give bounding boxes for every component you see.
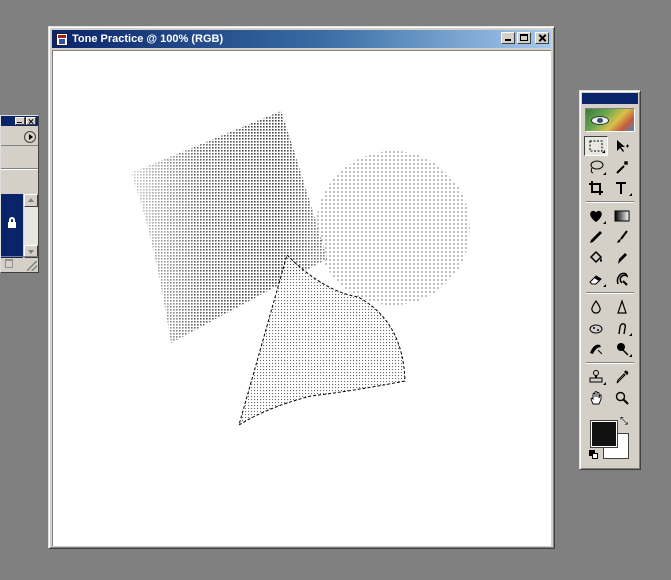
hand-icon — [590, 390, 602, 405]
dodge-tool[interactable] — [610, 339, 634, 359]
default-colors-icon[interactable] — [589, 450, 598, 459]
eyedropper-tool[interactable] — [610, 367, 634, 387]
stamp-icon — [589, 370, 603, 383]
sponge-tool[interactable] — [584, 318, 608, 338]
tool-grid — [584, 136, 638, 409]
blur-tool[interactable] — [584, 297, 608, 317]
crop-icon — [589, 181, 603, 195]
close-button[interactable] — [535, 32, 549, 44]
toolbox-palette: ⤡ — [579, 90, 641, 470]
gradient-tool[interactable] — [610, 206, 634, 226]
photoshop-eye-logo-icon[interactable] — [585, 108, 635, 132]
pen-tool[interactable] — [610, 248, 634, 268]
rubber-stamp-tool[interactable] — [584, 339, 608, 359]
dodge-icon — [617, 343, 629, 356]
resize-grip-icon[interactable] — [27, 261, 37, 271]
photoshop-document-icon[interactable] — [56, 32, 68, 46]
history-brush-tool[interactable] — [610, 269, 634, 289]
dotted-circle-shape — [316, 151, 470, 305]
minimize-button[interactable] — [501, 32, 515, 44]
magic-wand-icon — [616, 161, 628, 174]
palette-footer — [1, 256, 38, 272]
swap-colors-icon[interactable]: ⤡ — [620, 417, 630, 427]
type-icon — [616, 182, 626, 194]
canvas-artwork — [131, 111, 470, 427]
paint-bucket-icon — [589, 250, 603, 264]
document-window: Tone Practice @ 100% (RGB) — [48, 26, 555, 549]
gradient-icon — [614, 210, 630, 222]
foreground-color-swatch[interactable] — [590, 420, 618, 448]
move-tool[interactable] — [610, 136, 634, 156]
paintbrush-icon — [617, 230, 628, 243]
sponge-icon — [589, 324, 603, 334]
layer-list-selected-row[interactable] — [1, 194, 23, 258]
maximize-button[interactable] — [517, 32, 531, 44]
caption-buttons — [499, 32, 549, 44]
toolbox-titlebar[interactable] — [582, 93, 638, 104]
pencil-icon — [590, 231, 602, 243]
palette-scrollbar[interactable] — [24, 194, 38, 258]
clone-stamp-icon — [590, 344, 603, 355]
document-titlebar[interactable]: Tone Practice @ 100% (RGB) — [52, 30, 551, 48]
palette-divider — [1, 168, 38, 170]
zoom-tool[interactable] — [610, 388, 634, 408]
lasso-tool[interactable] — [584, 157, 608, 177]
airbrush-tool[interactable] — [584, 206, 608, 226]
smudge-tool[interactable] — [610, 318, 634, 338]
magnifier-icon — [615, 391, 629, 405]
lasso-icon — [590, 160, 604, 174]
magic-wand-tool[interactable] — [610, 157, 634, 177]
rectangular-marquee-tool[interactable] — [584, 136, 608, 156]
eyedropper-icon — [616, 370, 629, 384]
color-swatches: ⤡ — [589, 417, 633, 463]
document-title: Tone Practice @ 100% (RGB) — [72, 33, 224, 45]
history-brush-icon — [616, 272, 629, 286]
layers-palette — [0, 115, 39, 273]
paint-bucket-tool[interactable] — [584, 248, 608, 268]
airbrush-icon — [590, 210, 602, 222]
paintbrush-tool[interactable] — [610, 227, 634, 247]
type-tool[interactable] — [610, 178, 634, 198]
palette-tab-row — [1, 128, 38, 146]
hand-tool[interactable] — [584, 388, 608, 408]
palette-close-button[interactable] — [26, 117, 36, 125]
image-canvas[interactable] — [52, 50, 551, 546]
eraser-tool[interactable] — [584, 269, 608, 289]
pencil-tool[interactable] — [584, 227, 608, 247]
lock-icon — [8, 217, 16, 228]
sharpen-cone-icon — [617, 299, 627, 314]
sharpen-tool[interactable] — [610, 297, 634, 317]
stamp-tool[interactable] — [584, 367, 608, 387]
palette-minimize-button[interactable] — [15, 117, 25, 125]
smudge-finger-icon — [618, 323, 627, 335]
palette-menu-icon[interactable] — [24, 131, 36, 143]
crop-tool[interactable] — [584, 178, 608, 198]
move-icon — [617, 140, 629, 152]
trash-icon[interactable] — [5, 259, 13, 268]
water-drop-icon — [591, 299, 601, 314]
eraser-icon — [589, 275, 602, 285]
scroll-up-icon[interactable] — [24, 194, 38, 207]
pen-icon — [618, 253, 627, 264]
